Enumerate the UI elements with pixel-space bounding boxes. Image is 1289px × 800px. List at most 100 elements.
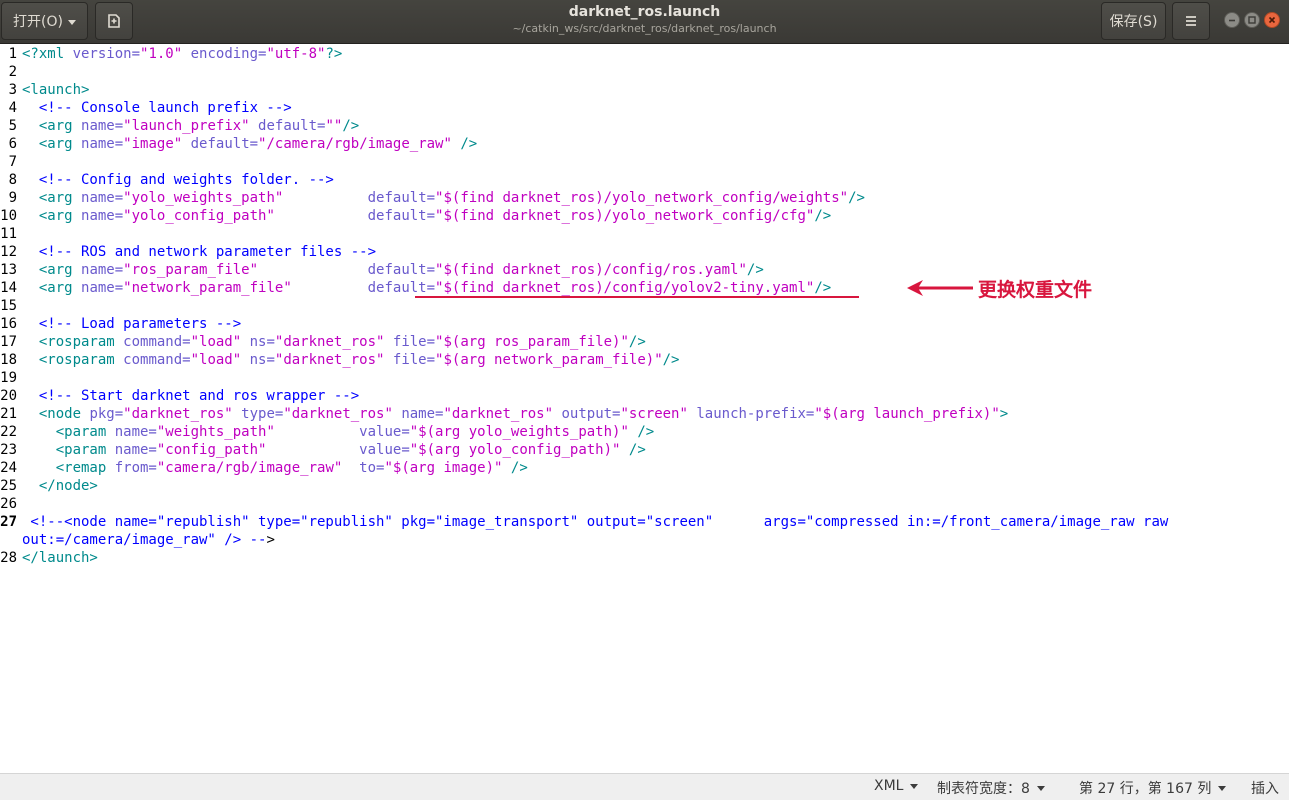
code-token: ns=: [241, 334, 275, 350]
language-selector[interactable]: XML: [874, 778, 919, 794]
code-token: value=: [266, 442, 410, 458]
code-token: "$(arg image)": [384, 460, 503, 476]
code-token: />: [620, 442, 646, 458]
code-token: "$(arg yolo_config_path)": [409, 442, 621, 458]
menu-button[interactable]: [1172, 2, 1210, 40]
code-token: />: [746, 262, 764, 278]
maximize-button[interactable]: [1244, 12, 1260, 28]
code-token: "yolo_weights_path": [123, 190, 284, 206]
close-button[interactable]: [1264, 12, 1280, 28]
code-token: <arg: [22, 190, 82, 206]
minimize-button[interactable]: [1224, 12, 1240, 28]
code-token: />: [451, 136, 478, 152]
line-number: 7: [8, 154, 17, 170]
cursor-position-label: 第 27 行，第 167 列: [1079, 781, 1212, 797]
code-token: default=: [274, 208, 436, 224]
code-token: file=: [384, 352, 436, 368]
code-token: />: [848, 190, 865, 206]
code-token: <!-- ROS and network parameter files -->: [22, 244, 377, 260]
code-token: </node>: [22, 478, 98, 494]
code-token: <rosparam: [22, 334, 124, 350]
code-token: name=: [81, 208, 124, 224]
code-token: <arg: [22, 136, 82, 152]
line-number: 2: [8, 64, 17, 80]
line-number: 27: [0, 514, 17, 530]
code-token: />: [342, 118, 360, 134]
code-text: <arg name="network_param_file" default="…: [22, 279, 831, 297]
code-token: "$(arg ros_param_file)": [435, 334, 629, 350]
code-token: "network_param_file": [123, 280, 292, 296]
line-number: 6: [8, 136, 17, 152]
code-token: name=: [81, 118, 124, 134]
code-token: "1.0": [140, 46, 183, 62]
line-number: 20: [0, 388, 17, 404]
code-token: "darknet_ros": [274, 334, 385, 350]
code-token: type=: [232, 406, 284, 422]
insert-mode-label: 插入: [1251, 781, 1279, 797]
code-token: version=: [72, 46, 141, 62]
code-token: <arg: [22, 118, 82, 134]
code-token: "/camera/rgb/image_raw": [258, 136, 452, 152]
code-text: </node>: [22, 477, 98, 495]
code-token: "launch_prefix": [123, 118, 250, 134]
code-token: to=: [342, 460, 385, 476]
code-token: command=: [123, 352, 191, 368]
line-number: 1: [8, 46, 17, 62]
hamburger-icon: [1186, 16, 1196, 26]
code-token: output=: [553, 406, 621, 422]
window-title: darknet_ros.launch: [568, 4, 721, 20]
code-editor[interactable]: 1 <?xml version="1.0" encoding="utf-8"?> 2…: [0, 44, 1289, 773]
code-token: "config_path": [156, 442, 267, 458]
code-token: />: [814, 208, 832, 224]
code-token: default=: [249, 118, 326, 134]
code-token: pkg=: [89, 406, 124, 422]
header-bar: 打开(O) darknet_ros.launch ~/catkin_ws/src…: [0, 0, 1289, 44]
code-text: <arg name="yolo_config_path" default="$(…: [22, 207, 831, 225]
code-token: />: [628, 424, 655, 440]
code-token: default=: [283, 190, 436, 206]
code-token: "$(arg launch_prefix)": [814, 406, 1000, 422]
code-token: name=: [81, 262, 124, 278]
code-token: "$(arg network_param_file)": [435, 352, 663, 368]
code-text: <rosparam command="load" ns="darknet_ros…: [22, 351, 680, 369]
minimize-icon: [1229, 19, 1235, 22]
line-number: 8: [8, 172, 17, 188]
code-token: "load": [190, 352, 242, 368]
line-number: 28: [0, 550, 17, 566]
code-token: "$(arg yolo_weights_path)": [409, 424, 629, 440]
code-token: "camera/rgb/image_raw": [156, 460, 343, 476]
code-text: <node pkg="darknet_ros" type="darknet_ro…: [22, 405, 1008, 423]
code-token: from=: [114, 460, 157, 476]
code-text: <arg name="launch_prefix" default=""/>: [22, 117, 359, 135]
line-number: 25: [0, 478, 17, 494]
cursor-position-selector[interactable]: 第 27 行，第 167 列: [1079, 778, 1227, 798]
code-token: name=: [392, 406, 444, 422]
code-token: name=: [81, 280, 124, 296]
code-token: "ros_param_file": [123, 262, 259, 278]
code-token: "weights_path": [156, 424, 275, 440]
code-token: value=: [274, 424, 410, 440]
line-number: 5: [8, 118, 17, 134]
save-button[interactable]: 保存(S): [1101, 2, 1166, 40]
code-token: "load": [190, 334, 242, 350]
code-token: ns=: [241, 352, 275, 368]
code-token: "darknet_ros": [283, 406, 393, 422]
code-token: name=: [81, 190, 124, 206]
line-number: 26: [0, 496, 17, 512]
code-token: >: [266, 532, 275, 548]
line-number: 22: [0, 424, 17, 440]
code-text: <arg name="image" default="/camera/rgb/i…: [22, 135, 477, 153]
code-token: />: [502, 460, 528, 476]
tab-width-selector[interactable]: 制表符宽度：8: [937, 778, 1045, 798]
status-bar: XML 制表符宽度：8 第 27 行，第 167 列 插入: [0, 773, 1289, 800]
code-token: "darknet_ros": [274, 352, 385, 368]
chevron-down-icon: [1036, 785, 1045, 791]
code-token: <?xml: [22, 46, 73, 62]
code-token: "yolo_config_path": [123, 208, 275, 224]
line-number: 15: [0, 298, 17, 314]
code-token: "$(find darknet_ros)/config/ros.yaml": [435, 262, 747, 278]
code-token: />: [628, 334, 646, 350]
language-label: XML: [874, 778, 904, 794]
code-token: "$(find darknet_ros)/yolo_network_config…: [435, 190, 849, 206]
code-token: "utf-8": [266, 46, 326, 62]
